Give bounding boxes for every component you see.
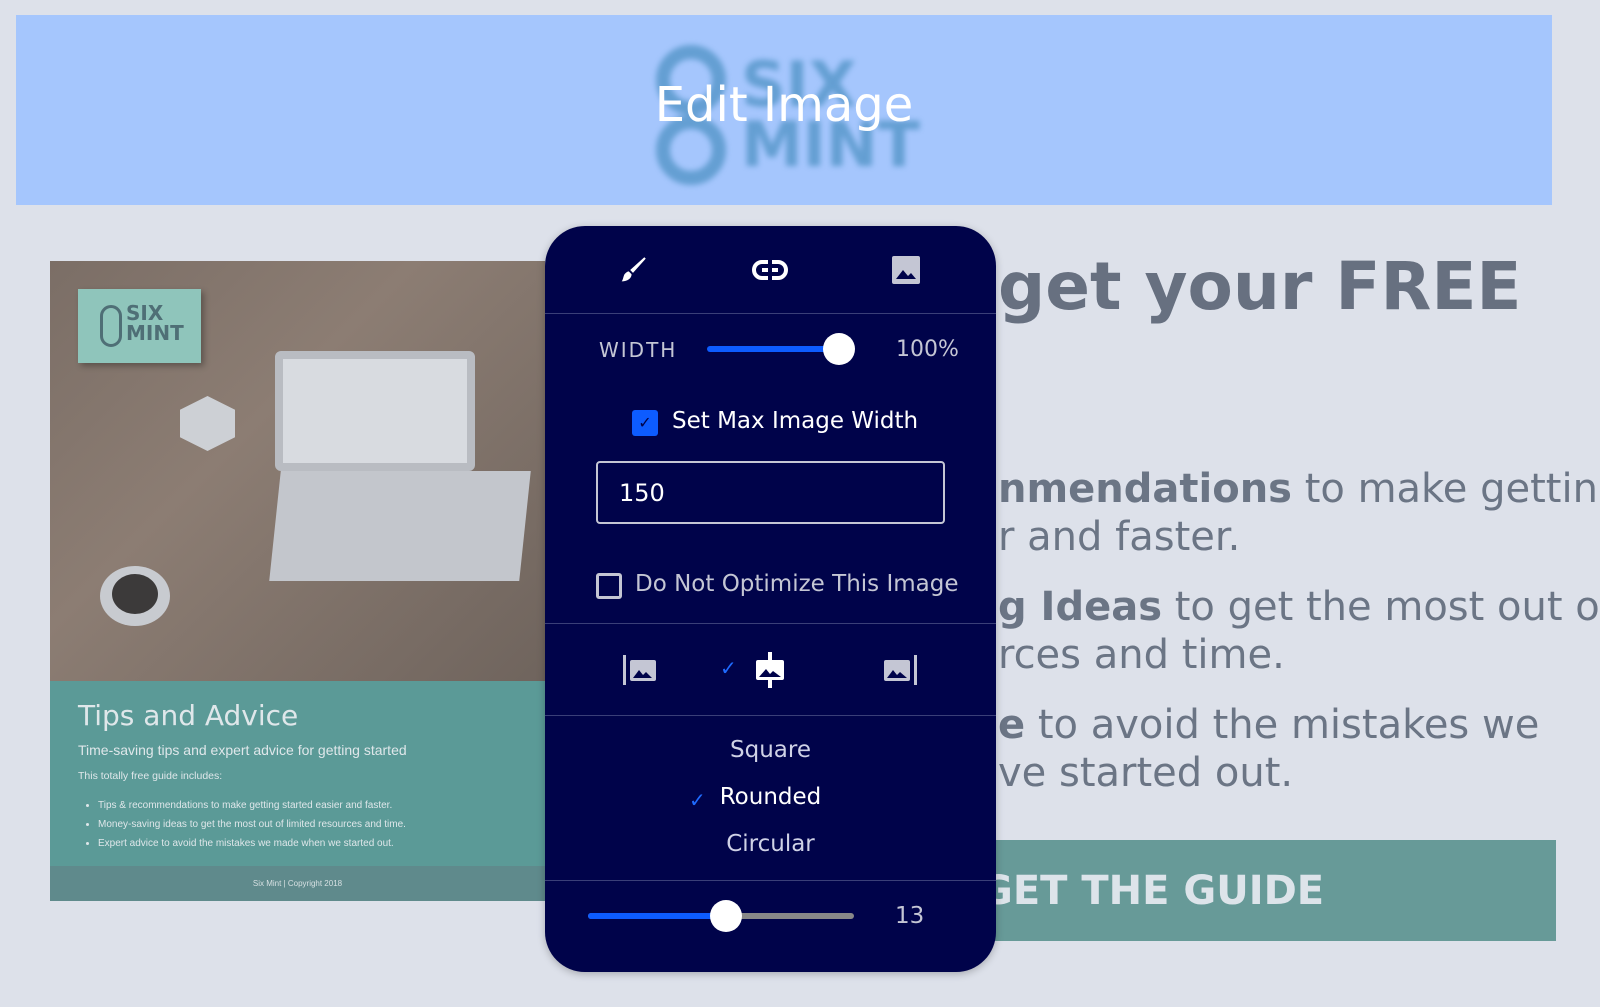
bullet-line: e to avoid the mistakes we: [998, 702, 1540, 748]
shape-option-square[interactable]: Square: [545, 737, 996, 763]
bullet-line: nmendations to make getting: [998, 466, 1600, 512]
align-left-icon[interactable]: [619, 650, 659, 690]
do-not-optimize-label: Do Not Optimize This Image: [635, 571, 959, 597]
set-max-width-label: Set Max Image Width: [672, 408, 919, 434]
divider: [545, 313, 996, 314]
cover-logo: SIX MINT: [78, 289, 201, 363]
cover-intro: This totally free guide includes:: [78, 770, 223, 782]
max-width-input[interactable]: [596, 461, 945, 524]
divider: [545, 715, 996, 716]
shape-option-rounded[interactable]: Rounded: [545, 784, 996, 810]
set-max-width-checkbox[interactable]: ✓: [632, 410, 658, 436]
get-the-guide-button[interactable]: GET THE GUIDE: [990, 840, 1556, 941]
cover-bullet: Tips & recommendations to make getting s…: [98, 796, 517, 815]
edit-image-panel: WIDTH 100% ✓ Set Max Image Width Do Not …: [545, 226, 996, 972]
page-headline: get your FREE: [998, 248, 1522, 325]
link-icon[interactable]: [749, 250, 791, 290]
width-value: 100%: [896, 337, 959, 362]
paintbrush-icon[interactable]: [613, 250, 653, 290]
cover-footer: Six Mint | Copyright 2018: [50, 866, 545, 901]
selected-check-icon: ✓: [720, 656, 737, 680]
image-icon[interactable]: [885, 250, 927, 290]
align-right-icon[interactable]: [881, 650, 921, 690]
bullet-line: g Ideas to get the most out of: [998, 584, 1600, 630]
width-label: WIDTH: [599, 338, 678, 362]
cover-bullet: Money-saving ideas to get the most out o…: [98, 815, 517, 834]
width-slider-handle[interactable]: [823, 333, 855, 365]
radius-value: 13: [895, 903, 925, 929]
align-center-icon[interactable]: [750, 650, 790, 690]
header-banner: SIX MINT Edit Image: [16, 15, 1552, 205]
shape-option-circular[interactable]: Circular: [545, 831, 996, 857]
bullet-line: r and faster.: [998, 514, 1241, 560]
laptop-photo: SIX MINT: [50, 261, 545, 681]
cover-title: Tips and Advice: [78, 699, 299, 732]
divider: [545, 623, 996, 624]
radius-slider[interactable]: [588, 900, 854, 932]
divider: [545, 880, 996, 881]
cover-text-block: Tips and Advice Time-saving tips and exp…: [50, 681, 545, 866]
cover-bullet: Expert advice to avoid the mistakes we m…: [98, 834, 517, 853]
do-not-optimize-checkbox[interactable]: [596, 573, 622, 599]
cover-subtitle: Time-saving tips and expert advice for g…: [78, 742, 407, 758]
width-slider[interactable]: [707, 333, 855, 365]
guide-cover-image[interactable]: SIX MINT Tips and Advice Time-saving tips…: [50, 261, 545, 901]
header-title: Edit Image: [654, 77, 914, 133]
bullet-line: rces and time.: [998, 632, 1285, 678]
radius-slider-handle[interactable]: [710, 900, 742, 932]
bullet-line: ve started out.: [998, 750, 1294, 796]
